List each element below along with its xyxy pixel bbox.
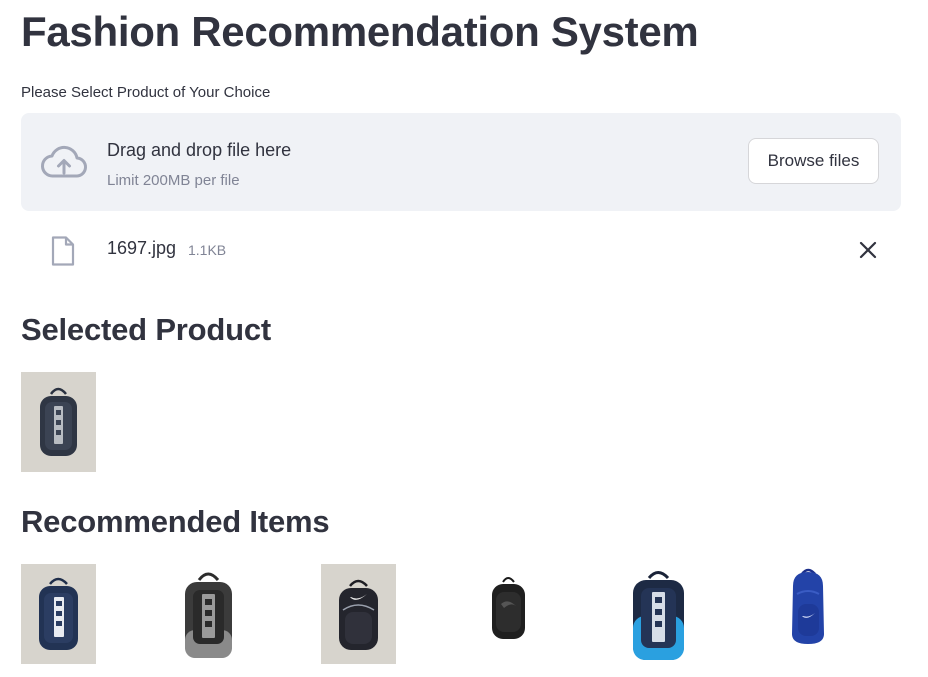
recommended-item-image (471, 564, 546, 664)
cloud-upload-icon (41, 145, 87, 178)
dropzone-limit: Limit 200MB per file (107, 172, 240, 189)
file-uploader-label: Please Select Product of Your Choice (21, 84, 271, 101)
selected-product-image (21, 372, 96, 472)
recommended-item-image (771, 564, 846, 664)
file-dropzone[interactable]: Drag and drop file here Limit 200MB per … (21, 113, 901, 211)
browse-files-button[interactable]: Browse files (748, 138, 879, 184)
uploaded-file-name: 1697.jpg (107, 238, 177, 258)
recommended-item-image (321, 564, 396, 664)
recommended-item-image (171, 564, 246, 664)
dropzone-instruction: Drag and drop file here (107, 140, 292, 160)
page-title: Fashion Recommendation System (21, 8, 699, 55)
uploaded-file-row: 1697.jpg 1.1KB (21, 230, 901, 270)
uploaded-file-size: 1.1KB (188, 242, 227, 258)
close-icon[interactable] (857, 239, 879, 261)
recommended-item-image (621, 564, 696, 664)
file-icon (51, 236, 75, 266)
recommended-item-image (21, 564, 96, 664)
recommended-items-heading: Recommended Items (21, 504, 330, 539)
selected-product-heading: Selected Product (21, 312, 272, 347)
